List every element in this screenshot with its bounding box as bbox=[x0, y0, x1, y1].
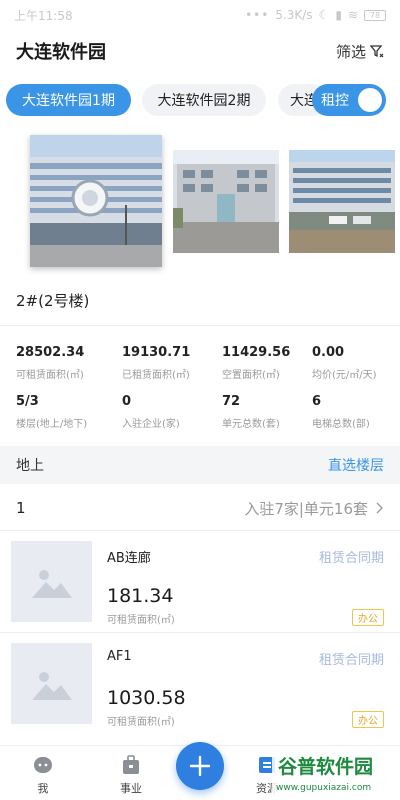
building-photo-main[interactable] bbox=[30, 135, 162, 267]
stat-value: 72 bbox=[222, 394, 241, 409]
rent-control-toggle[interactable]: 租控 bbox=[312, 84, 386, 116]
stat-value: 5/3 bbox=[16, 394, 39, 409]
watermark-url: www.gupuxiazai.com bbox=[276, 783, 372, 793]
stat-label: 已租赁面积(㎡) bbox=[122, 370, 190, 381]
chevron-right-icon bbox=[376, 502, 383, 514]
image-placeholder-icon bbox=[31, 671, 72, 700]
stat-elevators: 6 电梯总数(部) bbox=[312, 394, 400, 430]
unit-name: AF1 bbox=[107, 649, 132, 664]
stat-label: 均价(元/㎡/天) bbox=[312, 370, 377, 381]
divider bbox=[0, 325, 400, 326]
add-button[interactable] bbox=[176, 742, 224, 790]
stat-label: 入驻企业(家) bbox=[122, 419, 180, 430]
plus-icon bbox=[189, 755, 211, 777]
filter-label: 筛选 bbox=[335, 42, 366, 61]
nav-label: 事业 bbox=[120, 782, 142, 795]
stat-label: 单元总数(套) bbox=[222, 419, 280, 430]
notification-dots-icon: ••• bbox=[245, 8, 270, 22]
section-title: 地上 bbox=[16, 458, 44, 474]
filter-icon bbox=[370, 45, 384, 58]
page-title: 大连软件园 bbox=[16, 42, 106, 63]
select-floor-link[interactable]: 直选楼层 bbox=[328, 455, 384, 475]
building-title: 2#(2号楼) bbox=[16, 292, 90, 310]
stat-rented-area: 19130.71 已租赁面积(㎡) bbox=[122, 345, 222, 381]
stat-value: 0 bbox=[122, 394, 132, 409]
tab-park-phase-2[interactable]: 大连软件园2期 bbox=[142, 84, 266, 116]
stat-value: 19130.71 bbox=[122, 345, 191, 360]
nav-item-me[interactable]: 我 bbox=[13, 754, 73, 796]
wifi-icon: ≋ bbox=[347, 8, 358, 22]
watermark-title: 谷普软件园 bbox=[278, 756, 374, 778]
image-placeholder-icon bbox=[31, 569, 72, 598]
building-photo-2[interactable] bbox=[173, 150, 279, 253]
unit-type-tag: 办公 bbox=[352, 711, 384, 728]
filter-button[interactable]: 筛选 bbox=[336, 41, 384, 62]
floor-row[interactable]: 1 入驻7家|单元16套 bbox=[0, 488, 400, 528]
toggle-knob bbox=[358, 88, 382, 112]
unit-area-label: 可租赁面积(㎡) bbox=[107, 717, 175, 728]
status-indicators: ••• 5.3K/s ☾ ▮ ≋ 78 bbox=[245, 8, 386, 22]
status-time: 上午11:58 bbox=[14, 8, 73, 23]
stat-vacant-area: 11429.56 空置面积(㎡) bbox=[222, 345, 322, 381]
stat-rentable-area: 28502.34 可租赁面积(㎡) bbox=[16, 345, 116, 381]
floor-summary-text: 入驻7家|单元16套 bbox=[244, 499, 368, 518]
unit-area: 1030.58 bbox=[107, 687, 186, 709]
tab-park-phase-1[interactable]: 大连软件园1期 bbox=[6, 84, 131, 116]
stat-value: 0.00 bbox=[312, 345, 345, 360]
divider bbox=[0, 530, 400, 531]
app-header: 大连软件园 筛选 bbox=[0, 30, 400, 72]
divider bbox=[0, 632, 400, 633]
briefcase-icon bbox=[123, 755, 139, 774]
unit-thumbnail bbox=[11, 643, 92, 724]
stat-value: 6 bbox=[312, 394, 322, 409]
unit-type-tag: 办公 bbox=[352, 609, 384, 626]
nav-label: 我 bbox=[37, 782, 49, 795]
stat-value: 11429.56 bbox=[222, 345, 291, 360]
building-image bbox=[30, 135, 162, 267]
building-image bbox=[289, 150, 395, 253]
nav-item-business[interactable]: 事业 bbox=[101, 754, 161, 796]
unit-area: 181.34 bbox=[107, 585, 174, 607]
stat-units: 72 单元总数(套) bbox=[222, 394, 322, 430]
floor-section-header: 地上 直选楼层 bbox=[0, 446, 400, 484]
stat-label: 可租赁面积(㎡) bbox=[16, 370, 84, 381]
watermark: 谷普软件园 www.gupuxiazai.com bbox=[272, 752, 400, 798]
unit-contract-period: 租赁合同期 bbox=[318, 653, 384, 668]
unit-name: AB连廊 bbox=[107, 551, 151, 566]
stat-average-price: 0.00 均价(元/㎡/天) bbox=[312, 345, 400, 381]
stat-value: 28502.34 bbox=[16, 345, 85, 360]
unit-area-label: 可租赁面积(㎡) bbox=[107, 615, 175, 626]
unit-card[interactable]: AB连廊 租赁合同期 181.34 可租赁面积(㎡) 办公 bbox=[0, 541, 400, 633]
stat-floors: 5/3 楼层(地上/地下) bbox=[16, 394, 116, 430]
stat-tenants: 0 入驻企业(家) bbox=[122, 394, 222, 430]
stat-label: 电梯总数(部) bbox=[312, 419, 370, 430]
unit-thumbnail bbox=[11, 541, 92, 622]
profile-icon bbox=[34, 757, 52, 773]
rent-control-label: 租控 bbox=[321, 93, 349, 109]
stat-label: 空置面积(㎡) bbox=[222, 370, 280, 381]
building-image bbox=[173, 150, 279, 253]
unit-contract-period: 租赁合同期 bbox=[318, 551, 384, 566]
floor-number: 1 bbox=[16, 499, 26, 517]
unit-card[interactable]: AF1 租赁合同期 1030.58 可租赁面积(㎡) 办公 bbox=[0, 643, 400, 735]
floor-summary: 入驻7家|单元16套 bbox=[244, 498, 384, 519]
status-bar: 上午11:58 ••• 5.3K/s ☾ ▮ ≋ 78 bbox=[0, 0, 400, 30]
stat-label: 楼层(地上/地下) bbox=[16, 419, 88, 430]
battery-icon: 78 bbox=[364, 9, 386, 21]
network-speed: 5.3K/s bbox=[275, 8, 313, 22]
building-photo-3[interactable] bbox=[289, 150, 395, 253]
signal-icon: ▮ bbox=[335, 8, 342, 22]
moon-icon: ☾ bbox=[318, 8, 330, 22]
park-tabs: 大连软件园1期 大连软件园2期 大连软件园3期 租控 bbox=[0, 82, 400, 118]
